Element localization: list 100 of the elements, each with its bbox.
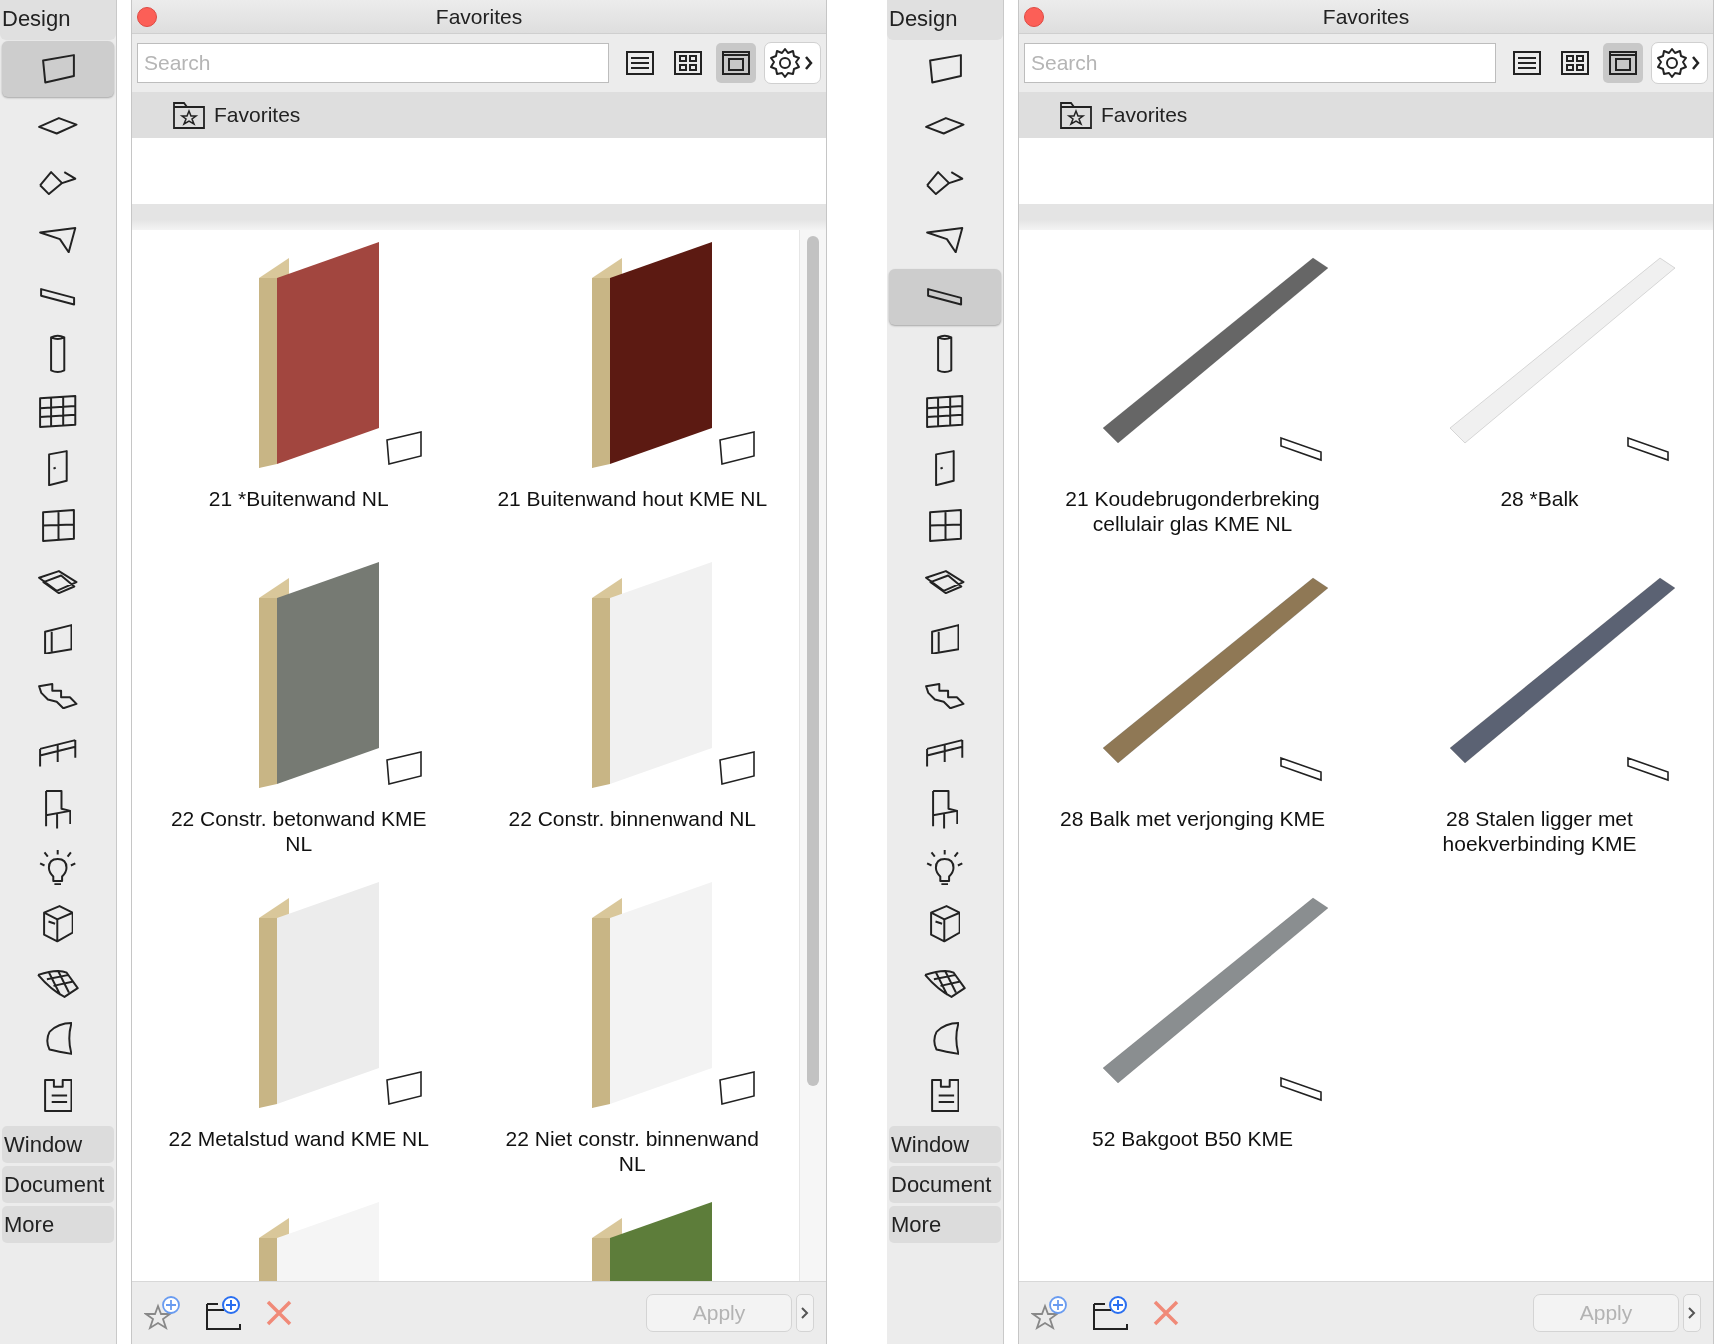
search-field[interactable]: Search (137, 43, 609, 83)
window-title: Favorites (1322, 4, 1410, 28)
roof-icon (39, 170, 77, 196)
favorite-item[interactable]: 22 Niet constr. binnenwand NL (465, 878, 799, 1198)
cabinet-icon (929, 905, 961, 943)
beam-icon (1279, 1077, 1322, 1102)
window-title: Favorites (435, 4, 523, 28)
item-label: 21 Buitenwand hout KME NL (496, 486, 769, 511)
palette-title: Design (887, 0, 1003, 40)
palette-section-button[interactable]: More (2, 1206, 114, 1243)
item-label: 28 *Balk (1499, 486, 1580, 511)
stair-icon (925, 682, 965, 710)
close-icon (1151, 1298, 1181, 1328)
favorite-item[interactable]: 22 Metalstud wand KME NL (132, 878, 466, 1198)
folder-plus-icon (1091, 1294, 1131, 1332)
view-mode-button[interactable] (1602, 43, 1643, 83)
favorite-item[interactable]: 52 Bakgoot B50 KME (1019, 878, 1366, 1198)
chair-icon (44, 790, 72, 830)
view-mode-button[interactable] (715, 43, 756, 83)
cabinet-icon (42, 905, 74, 943)
beam-icon (1279, 757, 1322, 782)
tool-button[interactable] (2, 41, 114, 97)
close-button[interactable] (137, 6, 157, 27)
favorite-item[interactable]: 22 Constr. binnenwand NL (465, 558, 799, 878)
slab-icon (925, 117, 965, 135)
scrollbar[interactable] (799, 230, 826, 1281)
beam-icon (40, 288, 76, 306)
palette-section-button[interactable]: More (889, 1206, 1001, 1243)
skylight-icon (925, 569, 965, 595)
folder-label: Favorites (214, 103, 301, 127)
beam-icon (927, 288, 963, 306)
wall-icon (385, 1071, 422, 1105)
wall-icon (719, 431, 756, 465)
column-icon (937, 333, 953, 375)
beam-icon (1626, 757, 1669, 782)
close-button[interactable] (1024, 6, 1044, 27)
star-folder-icon (1059, 100, 1093, 130)
lightbulb-icon (926, 848, 964, 886)
favorite-item[interactable]: 28 *Balk (1366, 238, 1713, 558)
item-label: 21 *Buitenwand NL (207, 486, 390, 511)
curtain-wall-icon (39, 394, 77, 428)
item-label: 28 Stalen ligger met hoekverbinding KME (1441, 806, 1638, 856)
folder-plus-icon (204, 1294, 244, 1332)
star-folder-icon (172, 100, 206, 130)
door-icon (935, 449, 955, 487)
favorite-item[interactable]: 21 Buitenwand hout KME NL (465, 238, 799, 558)
beam-icon (1279, 437, 1322, 462)
favorite-item[interactable]: 21 *Buitenwand NL (132, 238, 466, 558)
item-label: 22 Constr. betonwand KME NL (169, 806, 428, 856)
lightbulb-icon (39, 848, 77, 886)
railing-icon (926, 738, 964, 768)
item-label: 22 Constr. binnenwand NL (507, 806, 757, 831)
beam-icon (1626, 437, 1669, 462)
item-label: 22 Niet constr. binnenwand NL (504, 1126, 760, 1176)
palette-section-button[interactable]: Window (889, 1126, 1001, 1163)
item-label: 21 Koudebrugonderbreking cellulair glas KME NL (1064, 486, 1321, 536)
slab-icon (38, 117, 78, 135)
item-label: 22 Metalstud wand KME NL (167, 1126, 430, 1151)
corner-window-icon (43, 623, 73, 655)
close-icon (264, 1298, 294, 1328)
wall-icon (385, 431, 422, 465)
palette-section-button[interactable]: Document (2, 1166, 114, 1203)
wall-icon (385, 751, 422, 785)
roof-icon (926, 170, 964, 196)
favorite-item[interactable]: 28 Stalen ligger met hoekverbinding KME (1366, 558, 1713, 878)
new-folder-button[interactable] (1091, 1294, 1131, 1332)
column-icon (50, 333, 66, 375)
folder-label: Favorites (1101, 103, 1188, 127)
favorite-item[interactable]: 22 Constr. betonwand KME NL (132, 558, 466, 878)
curved-sheet-icon (930, 1021, 960, 1055)
stair-icon (38, 682, 78, 710)
settings-button[interactable] (1650, 42, 1708, 84)
shell-icon (39, 226, 77, 254)
wall-icon (928, 54, 962, 84)
chevron-right-icon (1687, 1305, 1697, 1321)
item-label: 28 Balk met verjonging KME (1059, 806, 1326, 831)
expand-button[interactable] (1683, 1294, 1701, 1332)
shell-icon (926, 226, 964, 254)
expand-button[interactable] (796, 1294, 814, 1332)
palette-section-button[interactable]: Document (889, 1166, 1001, 1203)
wall-icon (719, 751, 756, 785)
floor-plan-icon (930, 1078, 960, 1112)
chevron-right-icon (800, 1305, 810, 1321)
door-icon (48, 449, 68, 487)
window-icon (41, 508, 75, 542)
search-field[interactable]: Search (1024, 43, 1496, 83)
settings-button[interactable] (763, 42, 821, 84)
skylight-icon (38, 569, 78, 595)
chair-icon (931, 790, 959, 830)
palette-section-button[interactable]: Window (2, 1126, 114, 1163)
favorite-item[interactable]: 28 Balk met verjonging KME (1019, 558, 1366, 878)
scroll-thumb[interactable] (807, 236, 819, 1086)
window-icon (928, 508, 962, 542)
palette-title: Design (0, 0, 116, 40)
railing-icon (39, 738, 77, 768)
curved-sheet-icon (43, 1021, 73, 1055)
curtain-wall-icon (926, 394, 964, 428)
corner-window-icon (930, 623, 960, 655)
favorite-item[interactable]: 21 Koudebrugonderbreking cellulair glas KME NL (1019, 238, 1366, 558)
new-folder-button[interactable] (204, 1294, 244, 1332)
